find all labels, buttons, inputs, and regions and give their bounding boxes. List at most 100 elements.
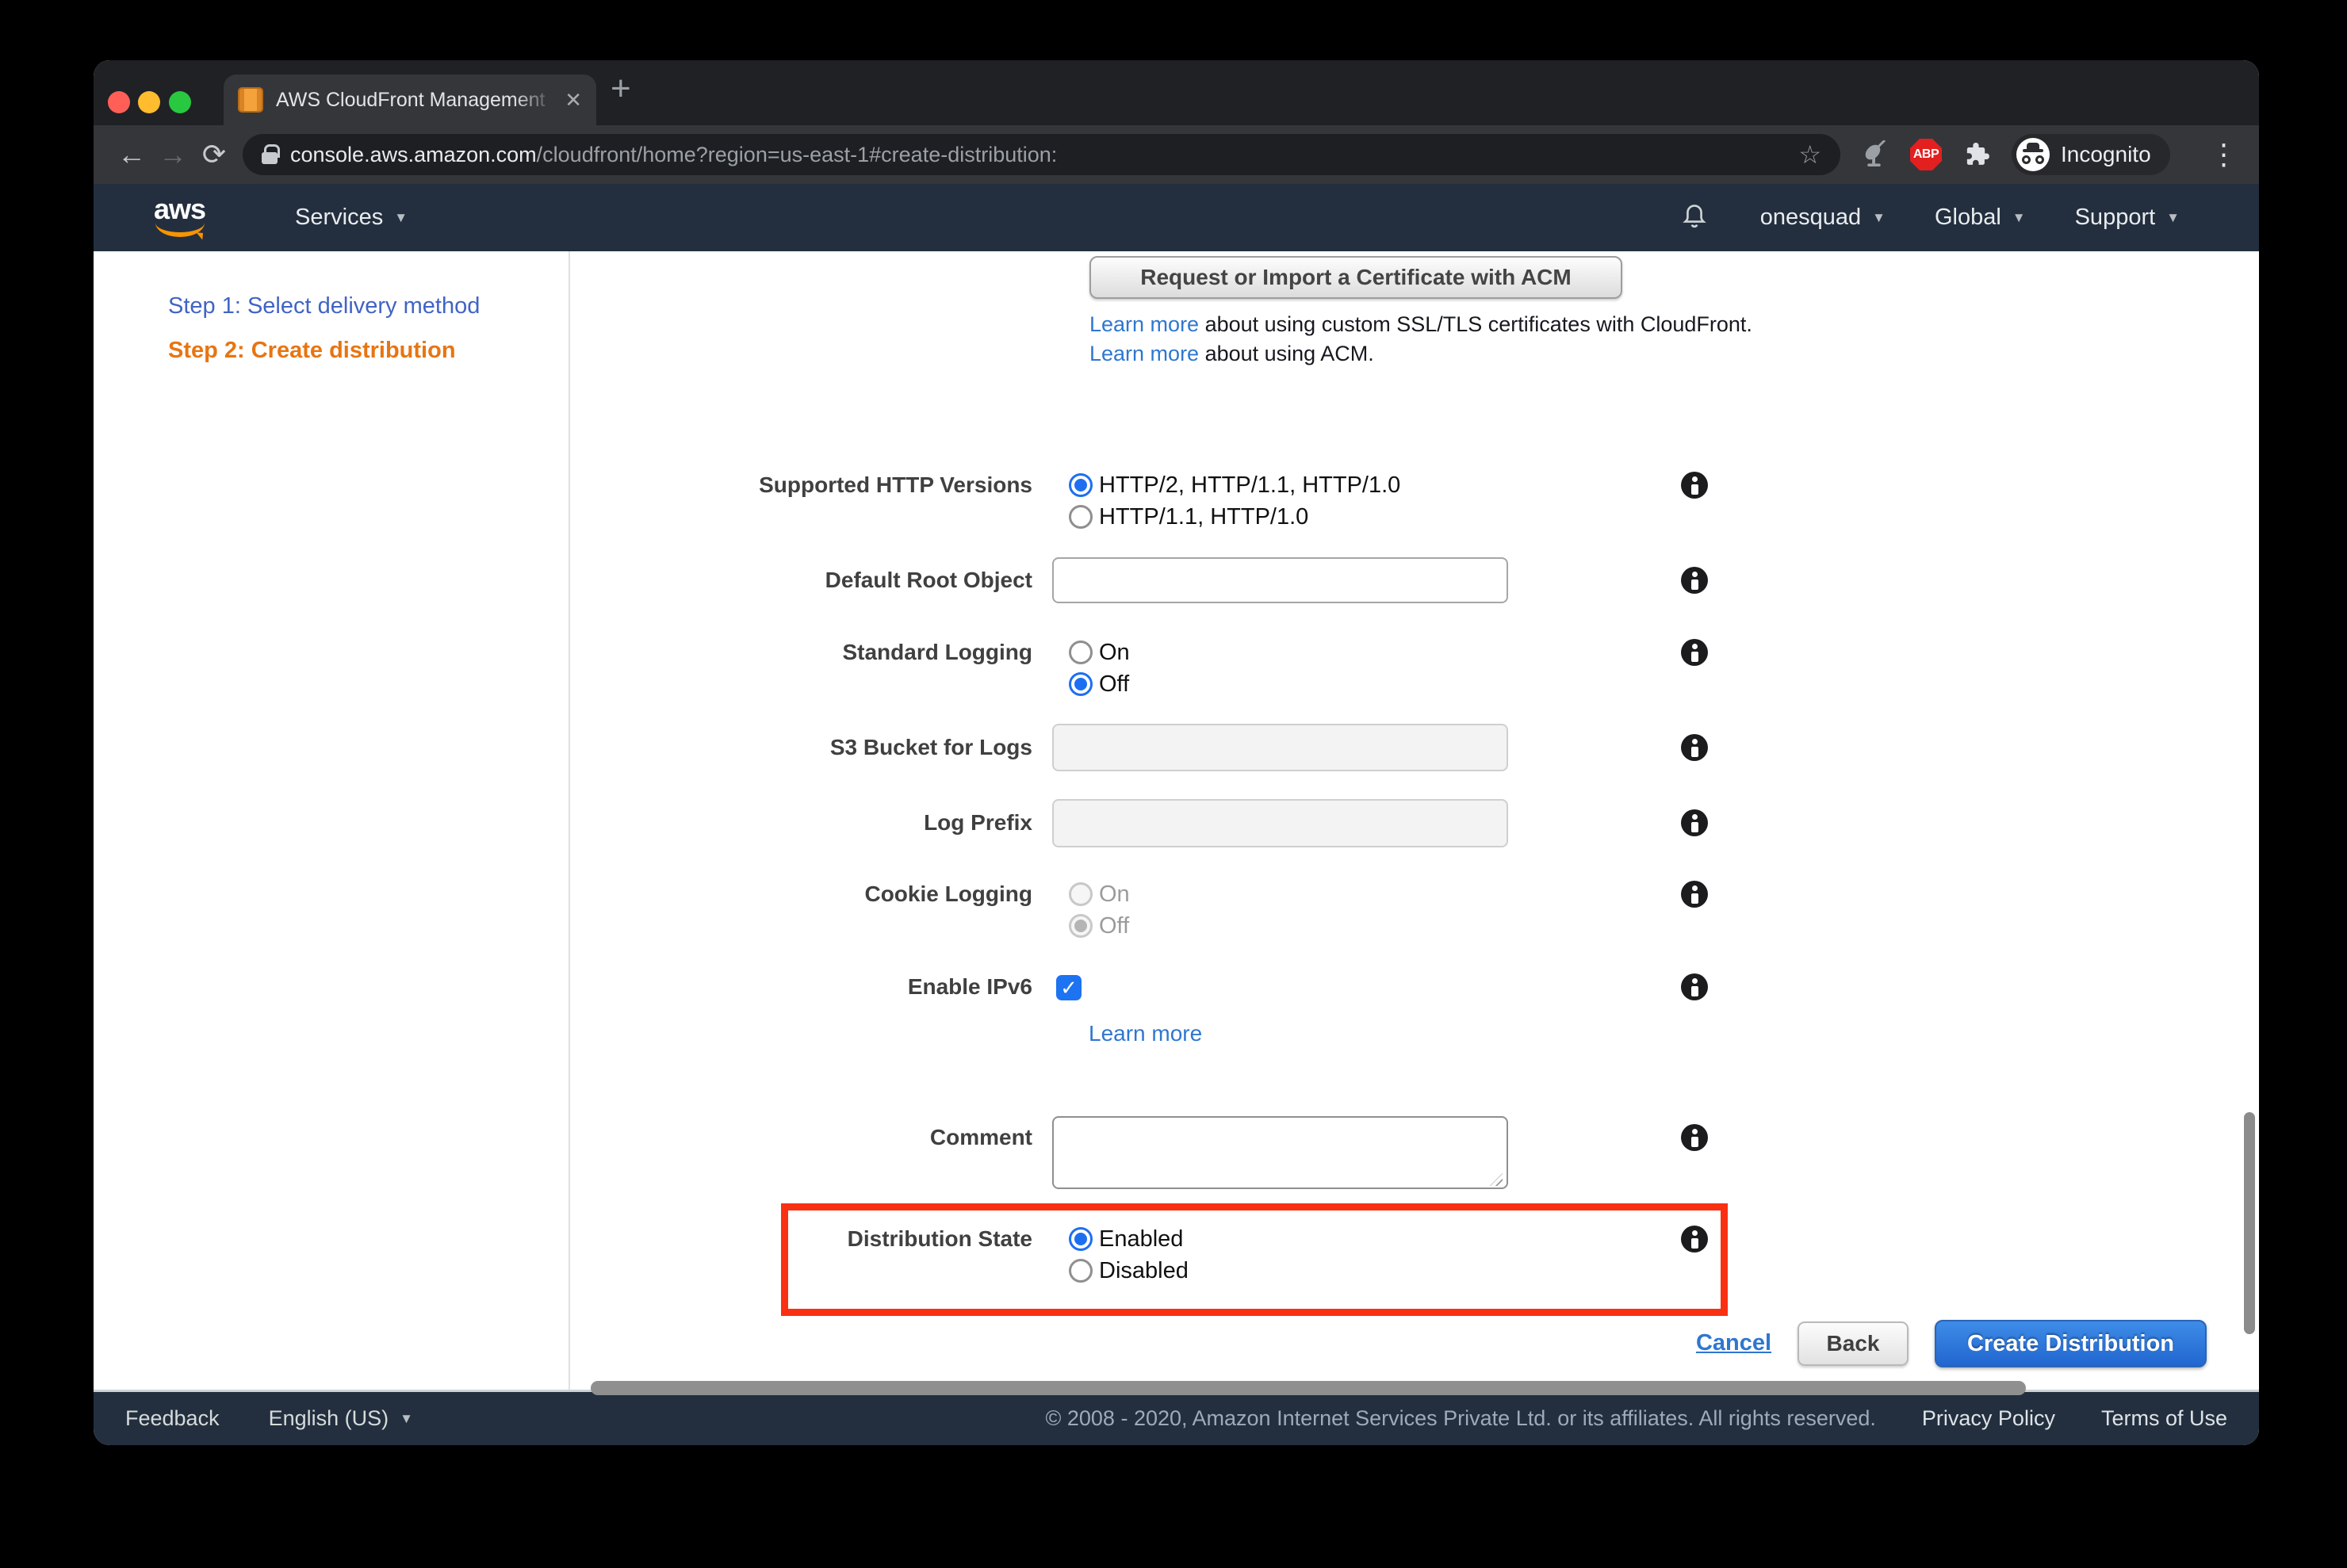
radio-selected-icon[interactable] (1069, 1227, 1093, 1251)
cookie-logging-off-option: Off (1069, 910, 1129, 942)
lock-icon[interactable] (262, 144, 278, 165)
radio-icon[interactable] (1069, 641, 1093, 664)
info-icon[interactable] (1681, 1124, 1708, 1151)
create-distribution-button[interactable]: Create Distribution (1935, 1320, 2207, 1367)
learn-more-acm-link[interactable]: Learn more (1089, 342, 1199, 365)
browser-tab[interactable]: AWS CloudFront Management ✕ (224, 75, 596, 125)
adblock-plus-icon[interactable]: ABP (1910, 139, 1942, 170)
tab-close-icon[interactable]: ✕ (565, 88, 582, 113)
field-label: Enable IPv6 (570, 971, 1032, 1003)
field-label: Default Root Object (570, 564, 1032, 596)
back-icon[interactable]: ← (111, 140, 152, 169)
ipv6-learn-more-link[interactable]: Learn more (1089, 1021, 1202, 1046)
radio-selected-icon[interactable] (1069, 672, 1093, 696)
browser-menu-icon[interactable]: ⋮ (2210, 138, 2238, 171)
distribution-state-enabled-option[interactable]: Enabled (1069, 1223, 1183, 1255)
window-close-button[interactable] (108, 91, 130, 113)
standard-logging-on-option[interactable]: On (1069, 637, 1130, 668)
incognito-spy-icon (2016, 138, 2050, 171)
browser-toolbar: ← → ⟳ console.aws.amazon.com /cloudfront… (94, 125, 2259, 184)
feedback-link[interactable]: Feedback (125, 1406, 220, 1431)
nav-account-menu[interactable]: onesquad ▼ (1760, 205, 1886, 231)
enable-ipv6-checkbox[interactable]: ✓ (1056, 975, 1082, 1000)
window-minimize-button[interactable] (138, 91, 160, 113)
field-label: Supported HTTP Versions (570, 469, 1032, 501)
horizontal-scrollbar[interactable] (591, 1381, 2026, 1395)
s3-bucket-for-logs-input (1052, 724, 1508, 771)
info-icon[interactable] (1681, 881, 1708, 908)
chevron-down-icon: ▼ (400, 1411, 413, 1427)
aws-footer: Feedback English (US) ▼ © 2008 - 2020, A… (94, 1390, 2259, 1445)
incognito-badge: Incognito (2012, 134, 2170, 175)
http2-radio-option[interactable]: HTTP/2, HTTP/1.1, HTTP/1.0 (1069, 469, 1400, 501)
request-acm-certificate-button[interactable]: Request or Import a Certificate with ACM (1089, 256, 1622, 299)
field-label: S3 Bucket for Logs (570, 732, 1032, 763)
sidebar-step-2-current: Step 2: Create distribution (168, 335, 569, 365)
chevron-down-icon: ▼ (394, 210, 408, 226)
forward-icon: → (152, 140, 193, 169)
chevron-down-icon: ▼ (1872, 210, 1886, 226)
terms-of-use-link[interactable]: Terms of Use (2101, 1406, 2227, 1431)
cookie-logging-on-option: On (1069, 878, 1130, 910)
nav-region-menu[interactable]: Global ▼ (1935, 205, 2026, 231)
page-content: Step 1: Select delivery method Step 2: C… (94, 251, 2259, 1390)
window-zoom-button[interactable] (169, 91, 191, 113)
info-icon[interactable] (1681, 809, 1708, 836)
notifications-bell-icon[interactable] (1678, 201, 1711, 235)
info-icon[interactable] (1681, 472, 1708, 499)
field-label: Standard Logging (570, 637, 1032, 668)
acm-help-text: Learn more about using custom SSL/TLS ce… (1089, 310, 1752, 369)
cloudfront-favicon-icon (238, 87, 263, 113)
language-selector[interactable]: English (US) ▼ (269, 1406, 413, 1431)
field-label: Comment (570, 1122, 1032, 1153)
wizard-steps-sidebar: Step 1: Select delivery method Step 2: C… (94, 251, 570, 1390)
aws-logo[interactable]: aws (154, 196, 211, 240)
field-label: Cookie Logging (570, 878, 1032, 910)
extensions-row: ABP Incognito ⋮ (1861, 134, 2238, 175)
incognito-label: Incognito (2061, 142, 2151, 167)
bookmark-star-icon[interactable]: ☆ (1798, 140, 1821, 170)
field-label: Distribution State (570, 1223, 1032, 1255)
learn-more-ssl-link[interactable]: Learn more (1089, 312, 1199, 336)
radio-disabled-selected-icon (1069, 914, 1093, 938)
satellite-extension-icon[interactable] (1861, 140, 1889, 169)
nav-support-menu[interactable]: Support ▼ (2075, 205, 2180, 231)
http11-radio-option[interactable]: HTTP/1.1, HTTP/1.0 (1069, 501, 1308, 533)
comment-textarea[interactable] (1052, 1116, 1508, 1189)
tab-title: AWS CloudFront Management (276, 89, 555, 112)
new-tab-button[interactable]: + (611, 71, 631, 106)
field-label: Log Prefix (570, 807, 1032, 839)
info-icon[interactable] (1681, 734, 1708, 761)
chevron-down-icon: ▼ (2166, 210, 2180, 226)
log-prefix-input (1052, 799, 1508, 847)
vertical-scrollbar[interactable] (2244, 1112, 2255, 1334)
create-distribution-form: Request or Import a Certificate with ACM… (570, 251, 2259, 1390)
address-bar[interactable]: console.aws.amazon.com /cloudfront/home?… (243, 134, 1840, 175)
info-icon[interactable] (1681, 1226, 1708, 1252)
reload-icon[interactable]: ⟳ (193, 140, 235, 169)
extensions-puzzle-icon[interactable] (1962, 140, 1991, 169)
chevron-down-icon: ▼ (2012, 210, 2026, 226)
default-root-object-input[interactable] (1052, 557, 1508, 603)
back-button[interactable]: Back (1798, 1321, 1909, 1366)
radio-icon[interactable] (1069, 505, 1093, 529)
aws-navbar: aws Services ▼ onesquad ▼ Global ▼ Suppo… (94, 184, 2259, 251)
privacy-policy-link[interactable]: Privacy Policy (1922, 1406, 2055, 1431)
copyright-text: © 2008 - 2020, Amazon Internet Services … (1045, 1406, 1875, 1431)
nav-services-menu[interactable]: Services ▼ (295, 205, 408, 231)
browser-window: AWS CloudFront Management ✕ + ← → ⟳ cons… (94, 60, 2259, 1445)
radio-selected-icon[interactable] (1069, 473, 1093, 497)
cancel-link[interactable]: Cancel (1676, 1327, 1791, 1359)
aws-smile-icon (155, 223, 205, 237)
info-icon[interactable] (1681, 639, 1708, 666)
info-icon[interactable] (1681, 973, 1708, 1000)
distribution-state-disabled-option[interactable]: Disabled (1069, 1255, 1189, 1287)
tab-strip: AWS CloudFront Management ✕ + (94, 60, 2259, 125)
radio-disabled-icon (1069, 882, 1093, 906)
url-host: console.aws.amazon.com (290, 143, 537, 167)
sidebar-step-1-link[interactable]: Step 1: Select delivery method (168, 291, 569, 321)
radio-icon[interactable] (1069, 1259, 1093, 1283)
standard-logging-off-option[interactable]: Off (1069, 668, 1129, 700)
info-icon[interactable] (1681, 567, 1708, 594)
url-path: /cloudfront/home?region=us-east-1#create… (537, 143, 1058, 167)
